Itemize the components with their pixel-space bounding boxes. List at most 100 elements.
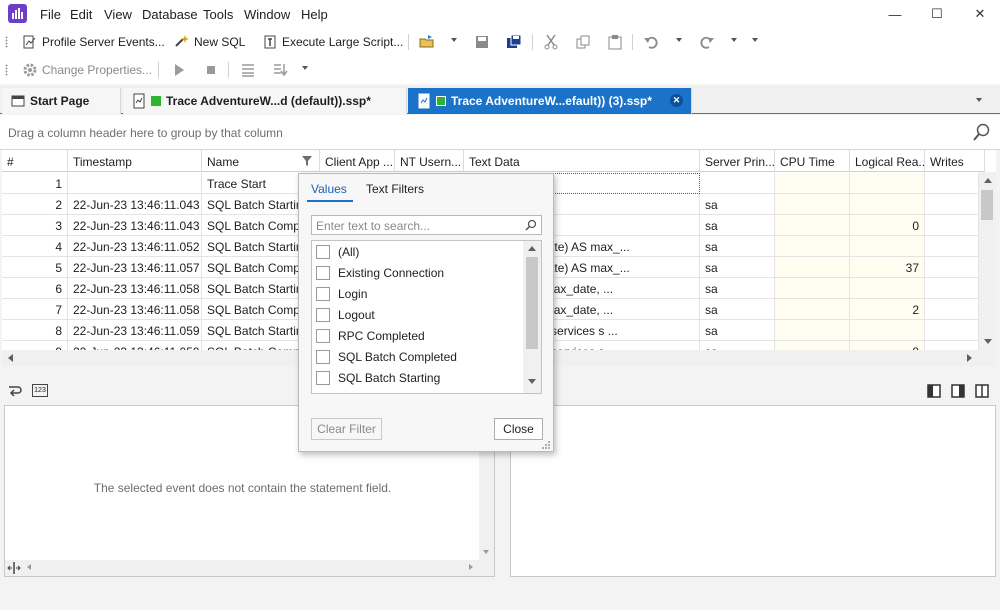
save-button[interactable] [474,32,494,52]
cell-server[interactable]: sa [700,320,775,341]
scroll-left-icon[interactable] [27,564,31,570]
scroll-down-icon[interactable] [528,379,536,384]
cell-empty[interactable] [775,194,850,215]
filter-list-item[interactable]: SQL Batch Completed [316,347,457,367]
filter-list-item[interactable]: SQL Batch Starting [316,368,440,388]
tab-text-filters[interactable]: Text Filters [366,182,424,196]
menu-window[interactable]: Window [244,7,290,22]
scroll-up-icon[interactable] [528,246,536,251]
cell-timestamp[interactable]: 22-Jun-23 13:46:11.057 [68,257,202,278]
checkbox[interactable] [316,371,330,385]
cell-num[interactable]: 4 [2,236,68,257]
cell-logical[interactable] [850,320,925,341]
undo-dropdown-chevron-icon[interactable] [676,38,682,42]
column-header[interactable]: Server Prin... [700,150,775,172]
tab-trace-default[interactable]: Trace AdventureW...d (default)).ssp* [123,88,407,114]
cell-empty[interactable] [925,215,979,236]
cell-server[interactable]: sa [700,194,775,215]
cell-timestamp[interactable]: 22-Jun-23 13:46:11.052 [68,236,202,257]
tab-values[interactable]: Values [311,182,347,196]
cell-num[interactable]: 6 [2,278,68,299]
cell-server[interactable]: sa [700,278,775,299]
cell-timestamp[interactable] [68,173,202,194]
cell-empty[interactable] [775,215,850,236]
filter-list-scrollbar[interactable] [523,241,541,393]
column-header[interactable]: CPU Time [775,150,850,172]
open-file-button[interactable] [419,32,439,52]
stop-button[interactable] [203,60,223,80]
cell-timestamp[interactable]: 22-Jun-23 13:46:11.058 [68,299,202,320]
redo-button[interactable] [699,32,719,52]
tab-list-chevron-icon[interactable] [976,98,982,102]
menu-database[interactable]: Database [142,7,198,22]
cell-empty[interactable] [925,257,979,278]
cell-empty[interactable] [775,173,850,194]
cell-logical[interactable]: 0 [850,215,925,236]
cell-num[interactable]: 2 [2,194,68,215]
filter-list-item[interactable]: Logout [316,305,375,325]
menu-edit[interactable]: Edit [70,7,92,22]
cell-empty[interactable] [925,299,979,320]
cell-empty[interactable] [925,278,979,299]
scroll-down-icon[interactable] [483,550,489,554]
cell-logical[interactable] [850,278,925,299]
cell-num[interactable]: 7 [2,299,68,320]
toolbar-overflow-chevron-icon[interactable] [302,66,308,70]
cell-empty[interactable] [775,299,850,320]
checkbox[interactable] [316,287,330,301]
cell-server[interactable]: sa [700,215,775,236]
cell-empty[interactable] [925,194,979,215]
save-all-button[interactable] [506,32,526,52]
menu-tools[interactable]: Tools [203,7,233,22]
cell-server[interactable] [700,173,775,194]
menu-help[interactable]: Help [301,7,328,22]
cell-empty[interactable] [775,257,850,278]
vertical-scroll-thumb[interactable] [981,190,993,220]
menu-file[interactable]: File [40,7,61,22]
clear-events-button[interactable] [240,60,260,80]
toolbar-grip-icon[interactable] [5,64,8,76]
checkbox[interactable] [316,266,330,280]
cell-logical[interactable] [850,236,925,257]
cell-logical[interactable] [850,194,925,215]
column-header[interactable]: Logical Rea... [850,150,925,172]
cell-num[interactable]: 1 [2,173,68,194]
cell-logical[interactable]: 37 [850,257,925,278]
column-header[interactable]: NT Usern... [395,150,464,172]
filter-list-item[interactable]: Login [316,284,367,304]
scroll-events-button[interactable] [272,60,292,80]
redo-dropdown-chevron-icon[interactable] [731,38,737,42]
scroll-right-icon[interactable] [967,354,972,362]
column-header[interactable]: Client App ... [320,150,395,172]
scroll-down-icon[interactable] [984,339,992,344]
checkbox[interactable] [316,350,330,364]
filter-list-scroll-thumb[interactable] [526,257,538,349]
split-handle-icon[interactable] [7,562,21,574]
cell-empty[interactable] [925,173,979,194]
scroll-right-icon[interactable] [469,564,473,570]
new-sql-button[interactable]: New SQL [174,32,245,52]
close-window-button[interactable]: ✕ [957,0,1000,28]
cell-timestamp[interactable]: 22-Jun-23 13:46:11.043 [68,215,202,236]
cell-timestamp[interactable]: 22-Jun-23 13:46:11.043 [68,194,202,215]
column-header[interactable]: Text Data [464,150,700,172]
cell-num[interactable]: 8 [2,320,68,341]
clear-filter-button[interactable]: Clear Filter [311,418,382,440]
toolbar-grip-icon[interactable] [5,36,8,48]
filter-list-item[interactable]: Existing Connection [316,263,444,283]
menu-view[interactable]: View [104,7,132,22]
close-button[interactable]: Close [494,418,543,440]
cell-server[interactable]: sa [700,236,775,257]
layout-left-icon[interactable] [927,384,941,398]
undo-button[interactable] [643,32,663,52]
layout-right-icon[interactable] [951,384,965,398]
filter-icon[interactable] [302,155,312,167]
cell-num[interactable]: 5 [2,257,68,278]
toolbar-overflow-chevron-icon[interactable] [752,38,758,42]
column-header[interactable]: Timestamp [68,150,202,172]
close-tab-icon[interactable]: ✕ [670,94,683,107]
copy-button[interactable] [575,32,595,52]
cell-timestamp[interactable]: 22-Jun-23 13:46:11.058 [68,278,202,299]
cell-empty[interactable] [775,236,850,257]
execute-large-script-button[interactable]: Execute Large Script... [262,32,403,52]
